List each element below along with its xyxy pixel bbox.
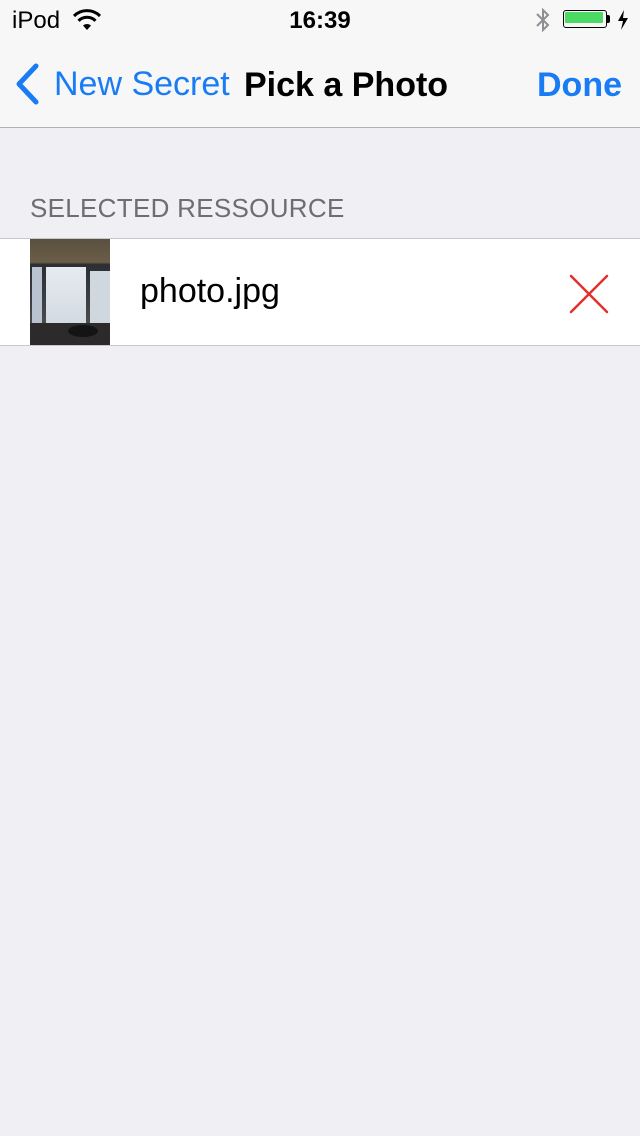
section-header: SELECTED RESSOURCE	[30, 193, 345, 223]
photo-thumbnail	[30, 239, 110, 345]
resource-cell[interactable]: photo.jpg	[0, 238, 640, 346]
charging-icon	[618, 10, 628, 30]
navigation-bar: New Secret Pick a Photo Done	[0, 40, 640, 128]
page-title: Pick a Photo	[244, 66, 449, 104]
bluetooth-icon	[536, 7, 550, 33]
back-button-label: New Secret	[54, 64, 230, 103]
status-bar: iPod 16:39	[0, 0, 640, 40]
battery-icon	[563, 10, 613, 30]
battery-level	[565, 12, 603, 23]
resource-filename: photo.jpg	[140, 272, 280, 310]
done-button[interactable]: Done	[537, 66, 622, 105]
back-button[interactable]: New Secret	[14, 62, 230, 106]
close-icon[interactable]	[568, 273, 610, 315]
chevron-left-icon	[16, 63, 39, 105]
